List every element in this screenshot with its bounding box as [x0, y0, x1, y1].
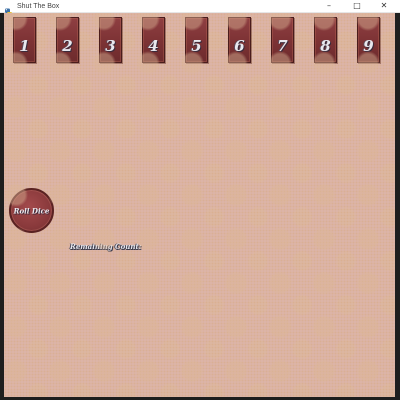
tile-7[interactable]: 7: [271, 17, 294, 63]
python-icon: [4, 2, 13, 17]
tile-number: 9: [363, 37, 374, 55]
tile-number: 5: [191, 37, 202, 55]
tile-number: 4: [148, 37, 159, 55]
tile-4[interactable]: 4: [142, 17, 165, 63]
window-titlebar: Shut The Box – □ ✕: [0, 0, 400, 17]
close-button[interactable]: ✕: [373, 0, 395, 13]
tile-3[interactable]: 3: [99, 17, 122, 63]
tile-number: 7: [277, 37, 288, 55]
tile-number: 2: [62, 37, 73, 55]
tile-9[interactable]: 9: [357, 17, 380, 63]
tile-5[interactable]: 5: [185, 17, 208, 63]
tile-2[interactable]: 2: [56, 17, 79, 63]
roll-dice-label: Roll Dice: [13, 206, 50, 215]
tile-number: 3: [105, 37, 116, 55]
maximize-button[interactable]: □: [346, 0, 368, 13]
game-board: 1 2 3 4 5 6 7 8 9 Roll Dice Remaining Co…: [4, 13, 395, 397]
window-title: Shut The Box: [17, 3, 60, 10]
tile-1[interactable]: 1: [13, 17, 36, 63]
minimize-button[interactable]: –: [318, 0, 340, 13]
remaining-count-label: Remaining Count:: [70, 242, 142, 251]
tile-8[interactable]: 8: [314, 17, 337, 63]
tile-6[interactable]: 6: [228, 17, 251, 63]
tile-number: 6: [234, 37, 245, 55]
tile-number: 1: [19, 37, 30, 55]
roll-dice-button[interactable]: Roll Dice: [9, 188, 54, 233]
tile-number: 8: [320, 37, 331, 55]
